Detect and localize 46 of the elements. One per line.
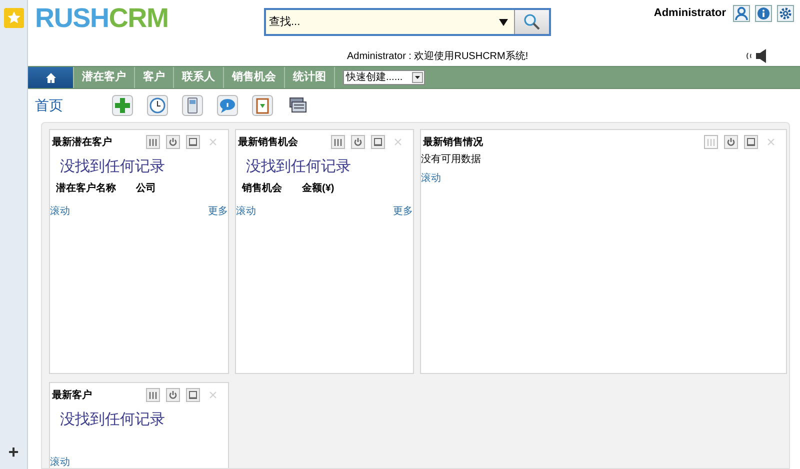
scroll-link[interactable]: 滚动 — [236, 204, 256, 219]
minimize-icon[interactable] — [186, 388, 200, 402]
dropdown-arrow-icon[interactable] — [499, 19, 508, 26]
minimize-icon[interactable] — [186, 135, 200, 149]
widget-title: 最新客户 — [52, 388, 92, 402]
columns-icon[interactable] — [146, 135, 160, 149]
settings-icon[interactable] — [777, 5, 794, 22]
widget-title: 最新销售情况 — [423, 135, 483, 150]
search-button[interactable] — [514, 10, 549, 34]
widget-title: 最新潜在客户 — [52, 135, 112, 150]
scroll-link[interactable]: 滚动 — [421, 171, 441, 186]
column-header: 金额(¥) — [302, 181, 334, 196]
column-header: 公司 — [136, 182, 156, 196]
calculator-icon[interactable] — [182, 95, 203, 116]
quick-create-dropdown[interactable]: 快速创建...... — [343, 70, 425, 85]
scroll-link[interactable]: 滚动 — [50, 204, 70, 219]
column-header: 销售机会 — [242, 182, 282, 196]
more-link[interactable]: 更多 — [208, 204, 228, 219]
speaker-icon[interactable] — [746, 49, 768, 63]
user-name: Administrator — [654, 6, 726, 22]
home-icon — [44, 72, 56, 84]
add-button[interactable]: + — [8, 443, 19, 461]
columns-icon[interactable] — [146, 388, 160, 402]
widget-title: 最新销售机会 — [238, 135, 298, 150]
minimize-icon[interactable] — [371, 135, 385, 149]
empty-message: 没找到任何记录 — [245, 156, 352, 176]
logo-text: CRM — [108, 5, 168, 32]
no-data-message: 没有可用数据 — [421, 153, 482, 167]
home-tab[interactable] — [28, 67, 74, 88]
empty-message: 没找到任何记录 — [59, 156, 166, 176]
logo-text: RUSH — [35, 5, 109, 32]
clock-icon[interactable] — [147, 95, 168, 116]
search-icon — [523, 13, 541, 31]
page-title: 首页 — [35, 96, 64, 115]
user-icon[interactable] — [733, 5, 750, 22]
add-icon[interactable] — [112, 95, 133, 116]
welcome-message: Administrator : 欢迎使用RUSHCRM系统! — [347, 50, 528, 64]
empty-message: 没找到任何记录 — [59, 409, 166, 429]
columns-icon[interactable] — [331, 135, 345, 149]
info-icon[interactable] — [755, 5, 772, 22]
minimize-icon[interactable] — [744, 135, 758, 149]
column-header: 潜在客户名称 — [56, 181, 116, 196]
clipboard-icon[interactable] — [252, 95, 273, 116]
chat-icon[interactable] — [217, 95, 238, 116]
more-link[interactable]: 更多 — [393, 204, 413, 219]
scroll-link[interactable]: 滚动 — [50, 455, 70, 468]
